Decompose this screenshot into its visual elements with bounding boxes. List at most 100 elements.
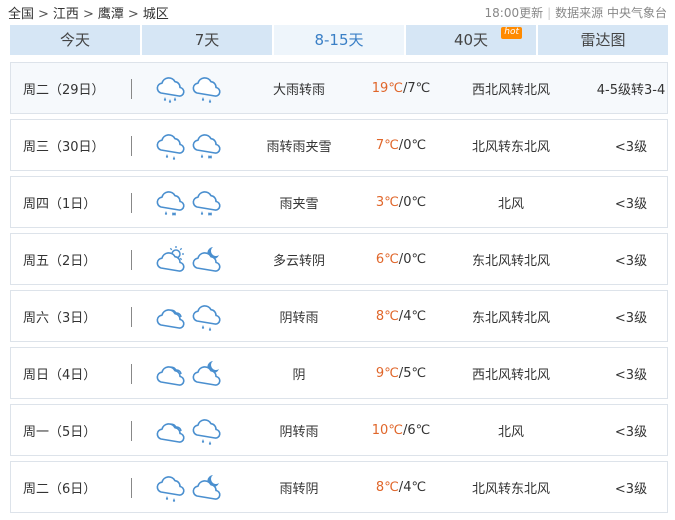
breadcrumb-separator: > (127, 7, 139, 22)
forecast-tabs: 今天 7天 8-15天 40天 hot 雷达图 (10, 25, 668, 55)
temperature: 8℃/4℃ (375, 308, 427, 324)
wind-level: <3级 (614, 310, 648, 326)
weather-description: 阴转雨 (279, 424, 319, 440)
low-temp: 4℃ (403, 479, 427, 495)
breadcrumb-country[interactable]: 全国 (8, 7, 34, 22)
day-label: 周五（2日） (23, 253, 97, 269)
rain-icon (192, 77, 221, 103)
wind-direction: 西北风转北风 (471, 82, 550, 98)
breadcrumb-province[interactable]: 江西 (53, 7, 79, 22)
temperature: 8℃/4℃ (375, 479, 427, 495)
row-divider (131, 136, 132, 156)
forecast-row: 周二（6日） 雨转阴 8℃/4℃ 北风转东北风 <3级 (10, 461, 668, 513)
low-temp: 7℃ (407, 80, 431, 96)
forecast-row: 周日（4日） 阴 9℃/5℃ 西北风转北风 <3级 (10, 347, 668, 399)
forecast-list: 周二（29日） 大雨转雨 19℃/7℃ 西北风转北风 4-5级转3-4 周三（3… (10, 62, 668, 518)
rain-icon (192, 305, 221, 331)
weather-icons (155, 187, 225, 219)
weather-icons (155, 358, 225, 390)
weather-description: 阴 (292, 367, 306, 383)
high-temp: 19℃ (371, 80, 403, 96)
forecast-row: 周四（1日） 雨夹雪 3℃/0℃ 北风 <3级 (10, 176, 668, 228)
weather-icons (155, 301, 225, 333)
wind-level: <3级 (614, 253, 648, 269)
partly-cloudy-night-icon (192, 475, 221, 500)
tab-radar[interactable]: 雷达图 (538, 25, 668, 55)
row-divider (131, 307, 132, 327)
wind-direction: 东北风转北风 (471, 310, 550, 326)
wind-direction: 北风转东北风 (471, 139, 550, 155)
meta-divider: | (547, 6, 552, 20)
day-label: 周三（30日） (23, 139, 105, 155)
low-temp: 6℃ (407, 422, 431, 438)
update-meta: 18:00更新 | 数据来源 中央气象台 (485, 4, 667, 21)
breadcrumb-district[interactable]: 城区 (143, 7, 169, 22)
temperature: 19℃/7℃ (371, 80, 431, 96)
wind-direction: 北风 (497, 196, 524, 212)
forecast-row: 周一（5日） 阴转雨 10℃/6℃ 北风 <3级 (10, 404, 668, 456)
weather-icons (155, 130, 225, 162)
forecast-row: 周五（2日） 多云转阴 6℃/0℃ 东北风转北风 <3级 (10, 233, 668, 285)
wind-direction: 东北风转北风 (471, 253, 550, 269)
low-temp: 0℃ (403, 251, 427, 267)
wind-level: <3级 (614, 196, 648, 212)
day-label: 周一（5日） (23, 424, 97, 440)
weather-description: 雨夹雪 (279, 196, 319, 212)
high-temp: 7℃ (375, 137, 399, 153)
temperature: 3℃/0℃ (375, 194, 427, 210)
breadcrumb-separator: > (38, 7, 49, 22)
top-bar: 全国 > 江西 > 鹰潭 > 城区 18:00更新 | 数据来源 中央气象台 (0, 0, 675, 24)
rain-icon (192, 419, 221, 445)
weather-description: 雨转阴 (279, 481, 319, 497)
high-temp: 8℃ (375, 308, 399, 324)
update-time: 18:00更新 (484, 6, 544, 20)
low-temp: 5℃ (403, 365, 427, 381)
row-divider (131, 364, 132, 384)
high-temp: 3℃ (375, 194, 399, 210)
wind-level: 4-5级转3-4 (596, 82, 666, 98)
hot-badge: hot (501, 27, 522, 39)
tab-7-days[interactable]: 7天 (142, 25, 274, 55)
temperature: 6℃/0℃ (375, 251, 427, 267)
weather-description: 雨转雨夹雪 (266, 139, 332, 155)
day-label: 周日（4日） (23, 367, 97, 383)
data-source: 数据来源 中央气象台 (555, 6, 667, 20)
wind-direction: 北风 (497, 424, 524, 440)
breadcrumb: 全国 > 江西 > 鹰潭 > 城区 (8, 3, 169, 22)
temperature: 7℃/0℃ (375, 137, 427, 153)
day-label: 周四（1日） (23, 196, 97, 212)
weather-description: 多云转阴 (272, 253, 325, 269)
low-temp: 4℃ (403, 308, 427, 324)
high-temp: 6℃ (375, 251, 399, 267)
partly-cloudy-night-icon (192, 361, 221, 386)
overcast-icon (156, 309, 185, 329)
low-temp: 0℃ (403, 137, 427, 153)
wind-direction: 西北风转北风 (471, 367, 550, 383)
weather-icons (155, 244, 225, 276)
tab-8-15-days[interactable]: 8-15天 (274, 25, 406, 55)
breadcrumb-separator: > (82, 7, 94, 22)
row-divider (131, 250, 132, 270)
wind-level: <3级 (614, 139, 648, 155)
wind-level: <3级 (614, 481, 648, 497)
high-temp: 9℃ (375, 365, 399, 381)
tab-40-days-label: 40天 (453, 31, 489, 49)
weather-icons (155, 415, 225, 447)
tab-40-days[interactable]: 40天 hot (406, 25, 538, 55)
row-divider (131, 478, 132, 498)
weather-description: 阴转雨 (279, 310, 319, 326)
breadcrumb-city[interactable]: 鹰潭 (98, 7, 124, 22)
rain-icon (156, 476, 185, 502)
day-label: 周二（6日） (23, 481, 97, 497)
row-divider (131, 193, 132, 213)
wind-direction: 北风转东北风 (471, 481, 550, 497)
wind-level: <3级 (614, 424, 648, 440)
high-temp: 8℃ (375, 479, 399, 495)
partly-cloudy-night-icon (192, 247, 221, 272)
overcast-icon (156, 423, 185, 443)
day-label: 周六（3日） (23, 310, 97, 326)
wind-level: <3级 (614, 367, 648, 383)
tab-today[interactable]: 今天 (10, 25, 142, 55)
overcast-icon (156, 366, 185, 386)
low-temp: 0℃ (403, 194, 427, 210)
